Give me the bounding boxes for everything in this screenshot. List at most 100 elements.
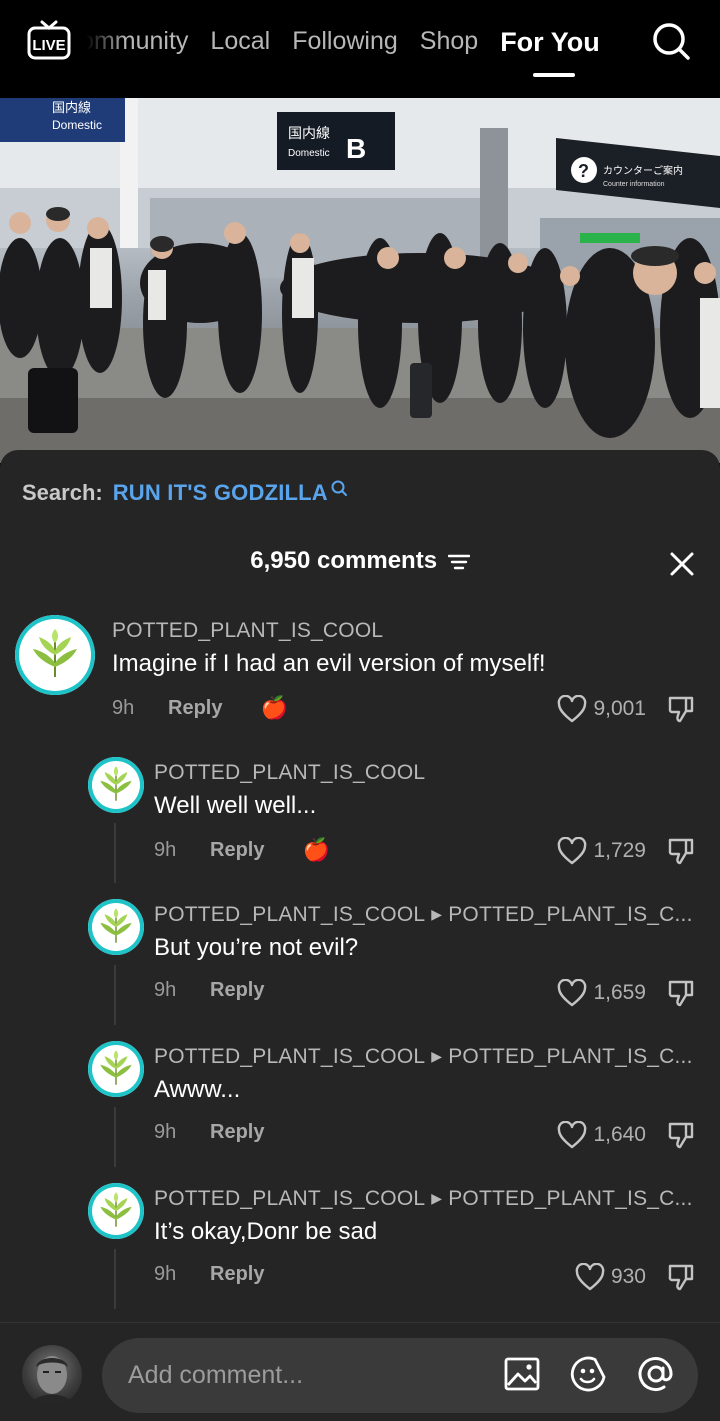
dislike-icon[interactable] xyxy=(666,1262,696,1292)
user-face-icon xyxy=(32,1356,72,1405)
reply-to-name[interactable]: POTTED_PLANT_IS_C... xyxy=(448,903,692,926)
heart-icon[interactable] xyxy=(557,1121,587,1149)
add-comment-input[interactable] xyxy=(102,1338,698,1413)
mention-icon[interactable] xyxy=(637,1355,675,1393)
like-count: 1,729 xyxy=(593,839,646,862)
reply-to-name[interactable]: POTTED_PLANT_IS_C... xyxy=(448,1045,692,1068)
heart-icon[interactable] xyxy=(557,837,587,865)
sort-filter-icon[interactable] xyxy=(447,553,470,571)
tab-shop[interactable]: Shop xyxy=(420,27,478,58)
comment-text: But you’re not evil? xyxy=(154,934,359,961)
author-name[interactable]: POTTED_PLANT_IS_COOL xyxy=(154,903,425,926)
like-count: 1,659 xyxy=(593,981,646,1004)
comment-composer xyxy=(0,1322,720,1421)
tab-community[interactable]: Community xyxy=(86,27,188,58)
comment-username[interactable]: POTTED_PLANT_IS_COOL ▶ POTTED_PLANT_IS_C..… xyxy=(154,1045,693,1069)
comment-time: 9h xyxy=(112,696,135,719)
video-frame: 国内線 Domestic 国内線 Domestic B ? カウンターご案内 C… xyxy=(0,98,720,463)
creator-reaction-emoji: 🍎 xyxy=(260,695,288,720)
comment-text: Awww... xyxy=(154,1076,241,1103)
avatar[interactable] xyxy=(88,1041,144,1097)
comment-count: 6,950 comments xyxy=(250,547,438,574)
svg-text:?: ? xyxy=(578,161,589,181)
reply-item: POTTED_PLANT_IS_COOL ▶ POTTED_PLANT_IS_C..… xyxy=(0,899,720,1029)
like-count: 930 xyxy=(610,1265,646,1288)
search-icon[interactable] xyxy=(650,20,692,62)
comment-username[interactable]: POTTED_PLANT_IS_COOL ▶ POTTED_PLANT_IS_C..… xyxy=(154,1187,693,1211)
comment-time: 9h xyxy=(154,1121,177,1143)
live-label: LIVE xyxy=(32,37,65,54)
comment-text: Imagine if I had an evil version of myse… xyxy=(112,650,546,677)
sign-left-jp: 国内線 xyxy=(52,100,91,116)
comment-username[interactable]: POTTED_PLANT_IS_COOL xyxy=(112,619,383,643)
sign-right-en: Counter information xyxy=(603,181,665,188)
reply-arrow-icon: ▶ xyxy=(431,1048,443,1064)
avatar[interactable] xyxy=(88,1183,144,1239)
reply-button[interactable]: Reply xyxy=(168,697,222,720)
comment-item: POTTED_PLANT_IS_COOL Imagine if I had an… xyxy=(0,615,720,745)
reply-arrow-icon: ▶ xyxy=(431,906,443,922)
sign-center-letter: B xyxy=(346,133,366,164)
comment-username[interactable]: POTTED_PLANT_IS_COOL xyxy=(154,761,425,785)
comment-text: Well well well... xyxy=(154,792,317,819)
avatar[interactable] xyxy=(88,757,144,813)
sign-left-en: Domestic xyxy=(52,118,102,132)
image-icon[interactable] xyxy=(503,1355,541,1393)
dislike-icon[interactable] xyxy=(666,836,696,866)
plant-icon xyxy=(100,908,132,943)
live-tv-icon[interactable]: LIVE xyxy=(26,19,72,61)
dislike-icon[interactable] xyxy=(666,694,696,724)
my-avatar[interactable] xyxy=(22,1345,82,1405)
comment-username[interactable]: POTTED_PLANT_IS_COOL ▶ POTTED_PLANT_IS_C..… xyxy=(154,903,693,927)
reply-item: POTTED_PLANT_IS_COOL ▶ POTTED_PLANT_IS_C..… xyxy=(0,1183,720,1313)
avatar[interactable] xyxy=(15,615,95,695)
heart-icon[interactable] xyxy=(575,1263,605,1291)
heart-icon[interactable] xyxy=(557,695,587,723)
heart-icon[interactable] xyxy=(557,979,587,1007)
comment-meta: 9h Reply xyxy=(154,979,264,1002)
reply-button[interactable]: Reply xyxy=(210,1121,264,1144)
search-prefix: Search: xyxy=(22,480,103,505)
search-small-icon xyxy=(331,480,347,496)
search-suggestion-link[interactable]: RUN IT'S GODZILLA xyxy=(113,480,328,506)
comment-meta: 9h Reply xyxy=(154,1263,264,1286)
plant-icon xyxy=(100,1192,132,1227)
comments-panel: Search: RUN IT'S GODZILLA 6,950 comments xyxy=(0,450,720,1420)
comment-actions: 1,640 xyxy=(557,1120,696,1150)
avatar[interactable] xyxy=(88,899,144,955)
feed-tabs: Community Local Following Shop For You xyxy=(86,22,610,62)
plant-icon xyxy=(100,1050,132,1085)
sign-center-en: Domestic xyxy=(288,148,330,159)
comment-actions: 930 xyxy=(575,1262,696,1292)
reply-to-name[interactable]: POTTED_PLANT_IS_C... xyxy=(448,1187,692,1210)
comment-time: 9h xyxy=(154,1263,177,1285)
reply-button[interactable]: Reply xyxy=(210,1263,264,1286)
comment-actions: 1,729 xyxy=(557,836,696,866)
comment-meta: 9h Reply 🍎 xyxy=(154,837,330,863)
author-name[interactable]: POTTED_PLANT_IS_COOL xyxy=(154,1187,425,1210)
reply-button[interactable]: Reply xyxy=(210,979,264,1002)
dislike-icon[interactable] xyxy=(666,1120,696,1150)
comment-text: It’s okay,Donr be sad xyxy=(154,1218,378,1245)
author-name[interactable]: POTTED_PLANT_IS_COOL xyxy=(154,1045,425,1068)
emoji-icon[interactable] xyxy=(570,1355,608,1393)
dislike-icon[interactable] xyxy=(666,978,696,1008)
sign-right-jp: カウンターご案内 xyxy=(603,164,683,177)
close-icon[interactable] xyxy=(666,548,698,580)
reply-arrow-icon: ▶ xyxy=(431,1190,443,1206)
tab-local[interactable]: Local xyxy=(210,27,270,58)
comment-meta: 9h Reply 🍎 xyxy=(112,695,288,721)
comments-header: 6,950 comments xyxy=(0,547,720,575)
like-count: 1,640 xyxy=(593,1123,646,1146)
reply-item: POTTED_PLANT_IS_COOL Well well well... 9… xyxy=(0,757,720,887)
sign-center-jp: 国内線 xyxy=(288,126,330,142)
tab-for-you[interactable]: For You xyxy=(500,27,600,58)
video-player[interactable]: 国内線 Domestic 国内線 Domestic B ? カウンターご案内 C… xyxy=(0,98,720,463)
reply-item: POTTED_PLANT_IS_COOL ▶ POTTED_PLANT_IS_C..… xyxy=(0,1041,720,1171)
tab-following[interactable]: Following xyxy=(292,27,398,58)
reply-button[interactable]: Reply xyxy=(210,839,264,862)
plant-icon xyxy=(33,629,77,677)
comment-actions: 9,001 xyxy=(557,694,696,724)
related-search[interactable]: Search: RUN IT'S GODZILLA xyxy=(22,480,348,506)
plant-icon xyxy=(100,766,132,801)
